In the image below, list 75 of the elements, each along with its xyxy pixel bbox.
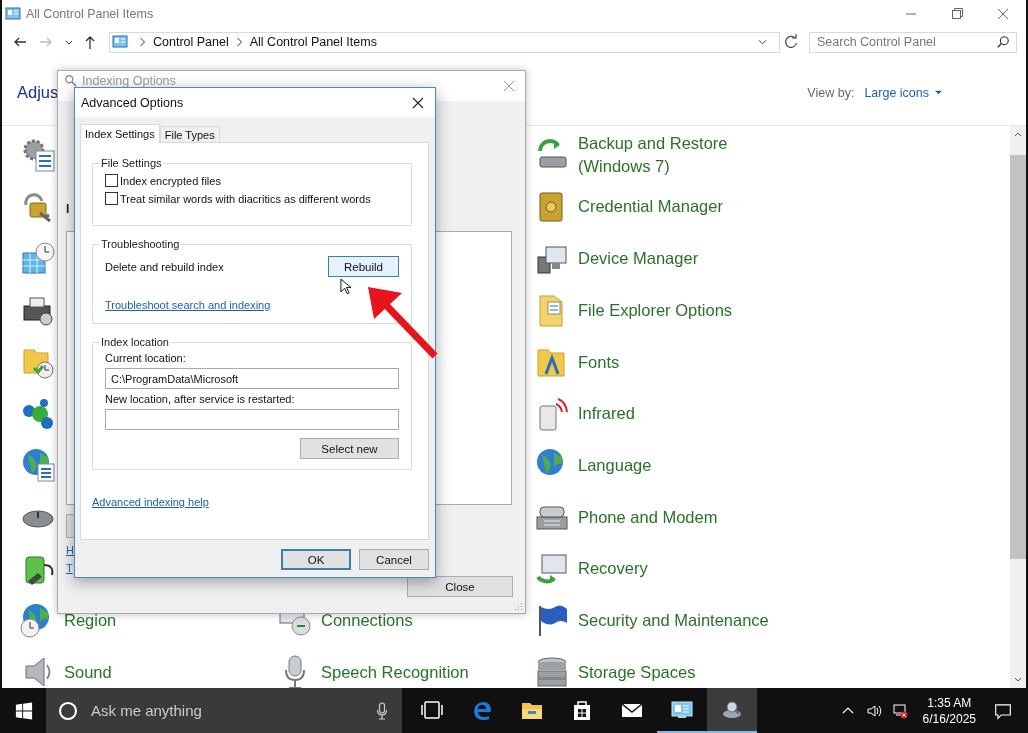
checkbox-label[interactable]: Index encrypted files [120, 174, 221, 187]
control-panel-icon [5, 6, 21, 22]
link[interactable]: T [66, 562, 73, 574]
link[interactable]: H [66, 544, 74, 556]
clock-date[interactable]: 6/16/2025 [922, 710, 976, 727]
control-panel-item[interactable]: Device Manager [578, 247, 699, 271]
volume-icon[interactable] [865, 702, 882, 719]
new-location-field[interactable] [105, 409, 399, 430]
help-link[interactable]: Advanced indexing help [92, 496, 209, 508]
control-panel-item[interactable]: Storage Spaces [578, 660, 696, 684]
calendar-clock-icon [20, 240, 56, 277]
ok-button[interactable]: OK [281, 549, 351, 570]
close-button[interactable]: Close [407, 576, 513, 597]
search-icon [996, 35, 1010, 49]
cancel-button[interactable]: Cancel [359, 549, 429, 570]
page-heading: Adjus [17, 83, 59, 102]
scrollbar[interactable] [1010, 126, 1026, 688]
microphone-icon[interactable] [376, 701, 388, 720]
troubleshoot-link[interactable]: Troubleshoot search and indexing [105, 299, 271, 311]
clock-time[interactable]: 1:35 AM [927, 694, 972, 711]
rebuild-label: Delete and rebuild index [105, 260, 224, 273]
circle-icon [58, 700, 78, 721]
start-icon[interactable] [15, 701, 33, 720]
refresh-icon[interactable] [783, 34, 799, 50]
window-title: Indexing Options [82, 74, 176, 88]
annotation-arrow [368, 287, 438, 359]
chevron-icon[interactable] [138, 37, 147, 47]
dialog-title: Advanced Options [81, 95, 184, 110]
breadcrumb[interactable]: Control Panel [153, 35, 229, 49]
control-panel-item[interactable]: Speech Recognition [321, 660, 469, 684]
control-panel-item[interactable]: Credential Manager [578, 195, 723, 219]
magnifier-icon [64, 74, 78, 88]
mouse-pointer-icon [340, 278, 351, 295]
group-title: File Settings [100, 157, 163, 169]
control-panel-item[interactable]: Language [578, 453, 652, 477]
control-panel-item[interactable]: Recovery [578, 557, 648, 581]
select-new-button[interactable]: Select new [300, 438, 399, 459]
search-box[interactable]: Ask me anything [46, 688, 402, 733]
section-label: I [66, 202, 70, 216]
disk-stack-icon [534, 654, 570, 688]
address-bar[interactable]: Control Panel All Control Panel Items [109, 31, 780, 53]
taskbar-button[interactable] [707, 688, 757, 733]
control-panel-item[interactable]: Infrared [578, 402, 635, 426]
resize-grip-icon[interactable] [513, 601, 523, 611]
window-title: All Control Panel Items [26, 7, 154, 21]
view-by-dropdown[interactable]: Large icons [864, 85, 942, 100]
dropdown-caret-icon[interactable] [758, 37, 767, 47]
chevron-icon[interactable] [234, 37, 244, 47]
rebuild-button[interactable]: Rebuild [328, 256, 399, 277]
control-panel-item[interactable]: Phone and Modem [578, 505, 718, 529]
control-panel-icon [112, 34, 128, 50]
control-panel-item[interactable]: Fonts [578, 350, 620, 374]
field-label: Current location: [105, 352, 187, 364]
control-panel-item[interactable]: File Explorer Options [578, 298, 733, 322]
current-location-field[interactable]: C:\ProgramData\Microsoft [105, 368, 399, 389]
close-icon[interactable] [412, 96, 424, 109]
search-field[interactable]: Search Control Panel [809, 31, 1017, 53]
caret-icon [935, 90, 942, 95]
tab[interactable]: Index Settings [80, 124, 160, 143]
group-title: Index location [100, 336, 170, 348]
checkbox-label[interactable]: Treat similar words with diacritics as different words [120, 192, 371, 205]
control-panel-item[interactable]: Security and Maintenance [578, 608, 769, 632]
scrollbar-thumb[interactable] [1010, 155, 1026, 559]
breadcrumb[interactable]: All Control Panel Items [249, 35, 377, 49]
control-panel-item[interactable]: Sound [64, 660, 112, 684]
view-by-label: View by: [807, 85, 855, 100]
tab[interactable]: File Types [159, 126, 220, 142]
checkbox[interactable] [105, 174, 118, 187]
group-title: Troubleshooting [100, 238, 181, 250]
checkbox[interactable] [105, 192, 118, 205]
network-error-icon[interactable] [891, 702, 908, 719]
globe-checklist-icon [20, 447, 56, 484]
notifications-icon[interactable] [994, 701, 1012, 720]
field-label: New location, after service is restarted: [105, 393, 296, 405]
control-panel-item[interactable]: Backup and Restore (Windows 7) [578, 132, 778, 179]
